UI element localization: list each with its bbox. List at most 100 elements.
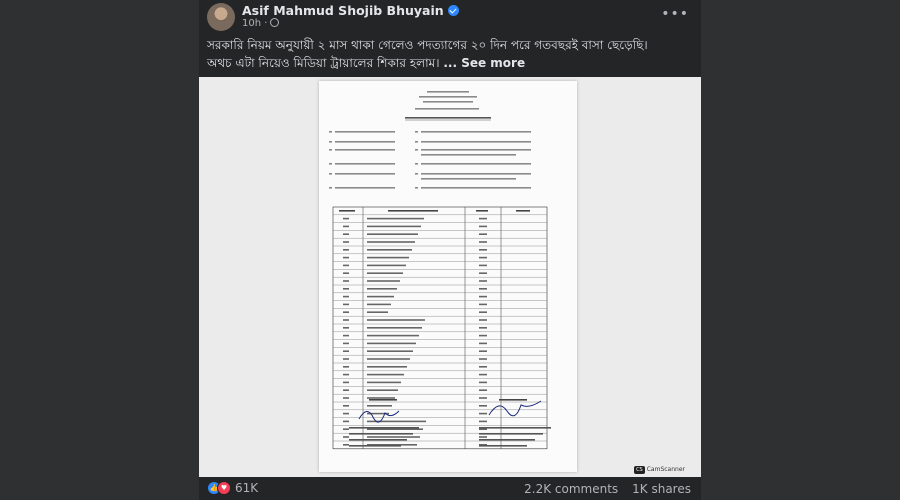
doc-table-qty-cell — [479, 264, 487, 267]
doc-info-number — [415, 187, 418, 189]
reaction-count[interactable]: 61K — [235, 481, 258, 495]
camscanner-logo-icon: CS — [634, 466, 645, 474]
doc-table-item-cell — [367, 295, 394, 298]
post-time[interactable]: 10h — [242, 18, 261, 29]
doc-info-number — [329, 149, 332, 151]
doc-signature-label — [499, 399, 527, 401]
doc-table-header-cell — [388, 210, 438, 212]
doc-table-qty-cell — [479, 272, 487, 274]
doc-table-qty-cell — [479, 327, 487, 329]
doc-table-item-cell — [367, 350, 413, 352]
doc-table-border — [332, 206, 548, 450]
doc-table-item-cell — [367, 381, 401, 384]
doc-info-number — [415, 141, 418, 143]
doc-table-serial-cell — [343, 217, 349, 220]
doc-table-qty-cell — [479, 319, 487, 321]
doc-table-qty-cell — [479, 256, 487, 259]
more-options-icon[interactable]: ••• — [661, 6, 689, 22]
doc-table-item-cell — [367, 405, 392, 407]
doc-table-item-cell — [367, 311, 388, 313]
doc-table-item-cell — [367, 249, 412, 251]
doc-table-qty-cell — [479, 295, 487, 298]
doc-table-item-cell — [367, 358, 410, 360]
doc-info-number — [415, 131, 418, 133]
doc-table-qty-cell — [479, 249, 487, 251]
doc-table-qty-cell — [479, 358, 487, 360]
doc-table-item-cell — [367, 280, 400, 282]
doc-table-item-cell — [367, 288, 397, 290]
doc-table-qty-cell — [479, 420, 487, 423]
doc-info-value — [421, 173, 531, 175]
doc-table-qty-cell — [479, 280, 487, 282]
doc-date-line — [415, 108, 479, 110]
doc-info-label — [335, 149, 395, 151]
doc-info-label — [335, 163, 395, 165]
author-avatar[interactable] — [207, 3, 235, 31]
doc-signature-left — [358, 410, 400, 423]
doc-signature-detail-left — [349, 445, 401, 447]
doc-table-item-cell — [367, 241, 415, 243]
post-text: সরকারি নিয়ম অনুযায়ী ২ মাস থাকা গেলেও প… — [207, 36, 697, 72]
doc-info-label — [335, 131, 395, 133]
doc-signature-detail-left — [349, 433, 413, 435]
doc-table-serial-cell — [343, 350, 349, 352]
doc-signature-detail-right — [479, 433, 543, 435]
doc-signature-label — [369, 399, 397, 401]
doc-info-value — [421, 141, 531, 143]
doc-table-qty-cell — [479, 288, 487, 290]
doc-table-serial-cell — [343, 256, 349, 259]
doc-signature-detail-right — [479, 427, 551, 429]
doc-table-qty-cell — [479, 412, 487, 415]
doc-table-qty-cell — [479, 428, 487, 430]
doc-table-header-cell — [516, 210, 530, 212]
see-more-link[interactable]: ... See more — [443, 56, 525, 70]
doc-table-item-cell — [367, 366, 407, 368]
doc-table-item-cell — [367, 397, 395, 399]
comments-count[interactable]: 2.2K comments — [524, 482, 618, 496]
doc-signature-detail-left — [349, 439, 407, 441]
doc-table-qty-cell — [479, 350, 487, 352]
doc-info-number — [329, 187, 332, 189]
post-text-line-2: অথচ এটা নিয়েও মিডিয়া ট্রায়ালের শিকার … — [207, 54, 697, 72]
doc-table-serial-cell — [343, 428, 349, 430]
doc-table-serial-cell — [343, 311, 349, 313]
doc-table-item-cell — [367, 256, 409, 259]
doc-table-item-cell — [367, 217, 424, 220]
doc-table-item-cell — [367, 272, 403, 274]
author-name[interactable]: Asif Mahmud Shojib Bhuyain — [242, 3, 459, 18]
doc-table-qty-cell — [479, 217, 487, 220]
doc-table-serial-cell — [343, 366, 349, 368]
doc-table-serial-cell — [343, 412, 349, 415]
doc-table-serial-cell — [343, 342, 349, 345]
doc-table-serial-cell — [343, 358, 349, 360]
doc-info-value — [421, 187, 531, 189]
reactions-summary[interactable]: 👍 ♥ 61K — [207, 481, 258, 495]
camscanner-watermark: CS CamScanner — [634, 466, 685, 474]
doc-signature-right — [488, 400, 542, 417]
post-image[interactable]: CS CamScanner — [199, 77, 701, 477]
post-footer: 👍 ♥ 61K 2.2K comments 1K shares — [199, 477, 701, 500]
post-card: Asif Mahmud Shojib Bhuyain 10h · ••• সরক… — [199, 0, 701, 500]
doc-table-serial-cell — [343, 444, 349, 446]
doc-table-qty-cell — [479, 342, 487, 345]
doc-table-qty-cell — [479, 233, 487, 235]
doc-signature-detail-right — [479, 439, 535, 441]
engagement-stats: 2.2K comments 1K shares — [524, 482, 691, 496]
doc-header-line — [427, 91, 469, 93]
doc-table-serial-cell — [343, 225, 349, 228]
doc-info-number — [329, 163, 332, 165]
doc-table-item-cell — [367, 225, 421, 228]
shares-count[interactable]: 1K shares — [632, 482, 691, 496]
doc-table-serial-cell — [343, 249, 349, 251]
doc-table-item-cell — [367, 389, 398, 391]
verified-badge-icon — [447, 5, 459, 16]
doc-info-value — [421, 154, 516, 156]
doc-table-item-cell — [367, 264, 406, 267]
post-text-line-1: সরকারি নিয়ম অনুযায়ী ২ মাস থাকা গেলেও প… — [207, 38, 648, 52]
doc-info-number — [415, 173, 418, 175]
doc-table-qty-cell — [479, 436, 487, 438]
doc-table-serial-cell — [343, 436, 349, 438]
doc-info-number — [415, 163, 418, 165]
scanned-document — [319, 81, 577, 472]
author-name-text[interactable]: Asif Mahmud Shojib Bhuyain — [242, 3, 444, 18]
